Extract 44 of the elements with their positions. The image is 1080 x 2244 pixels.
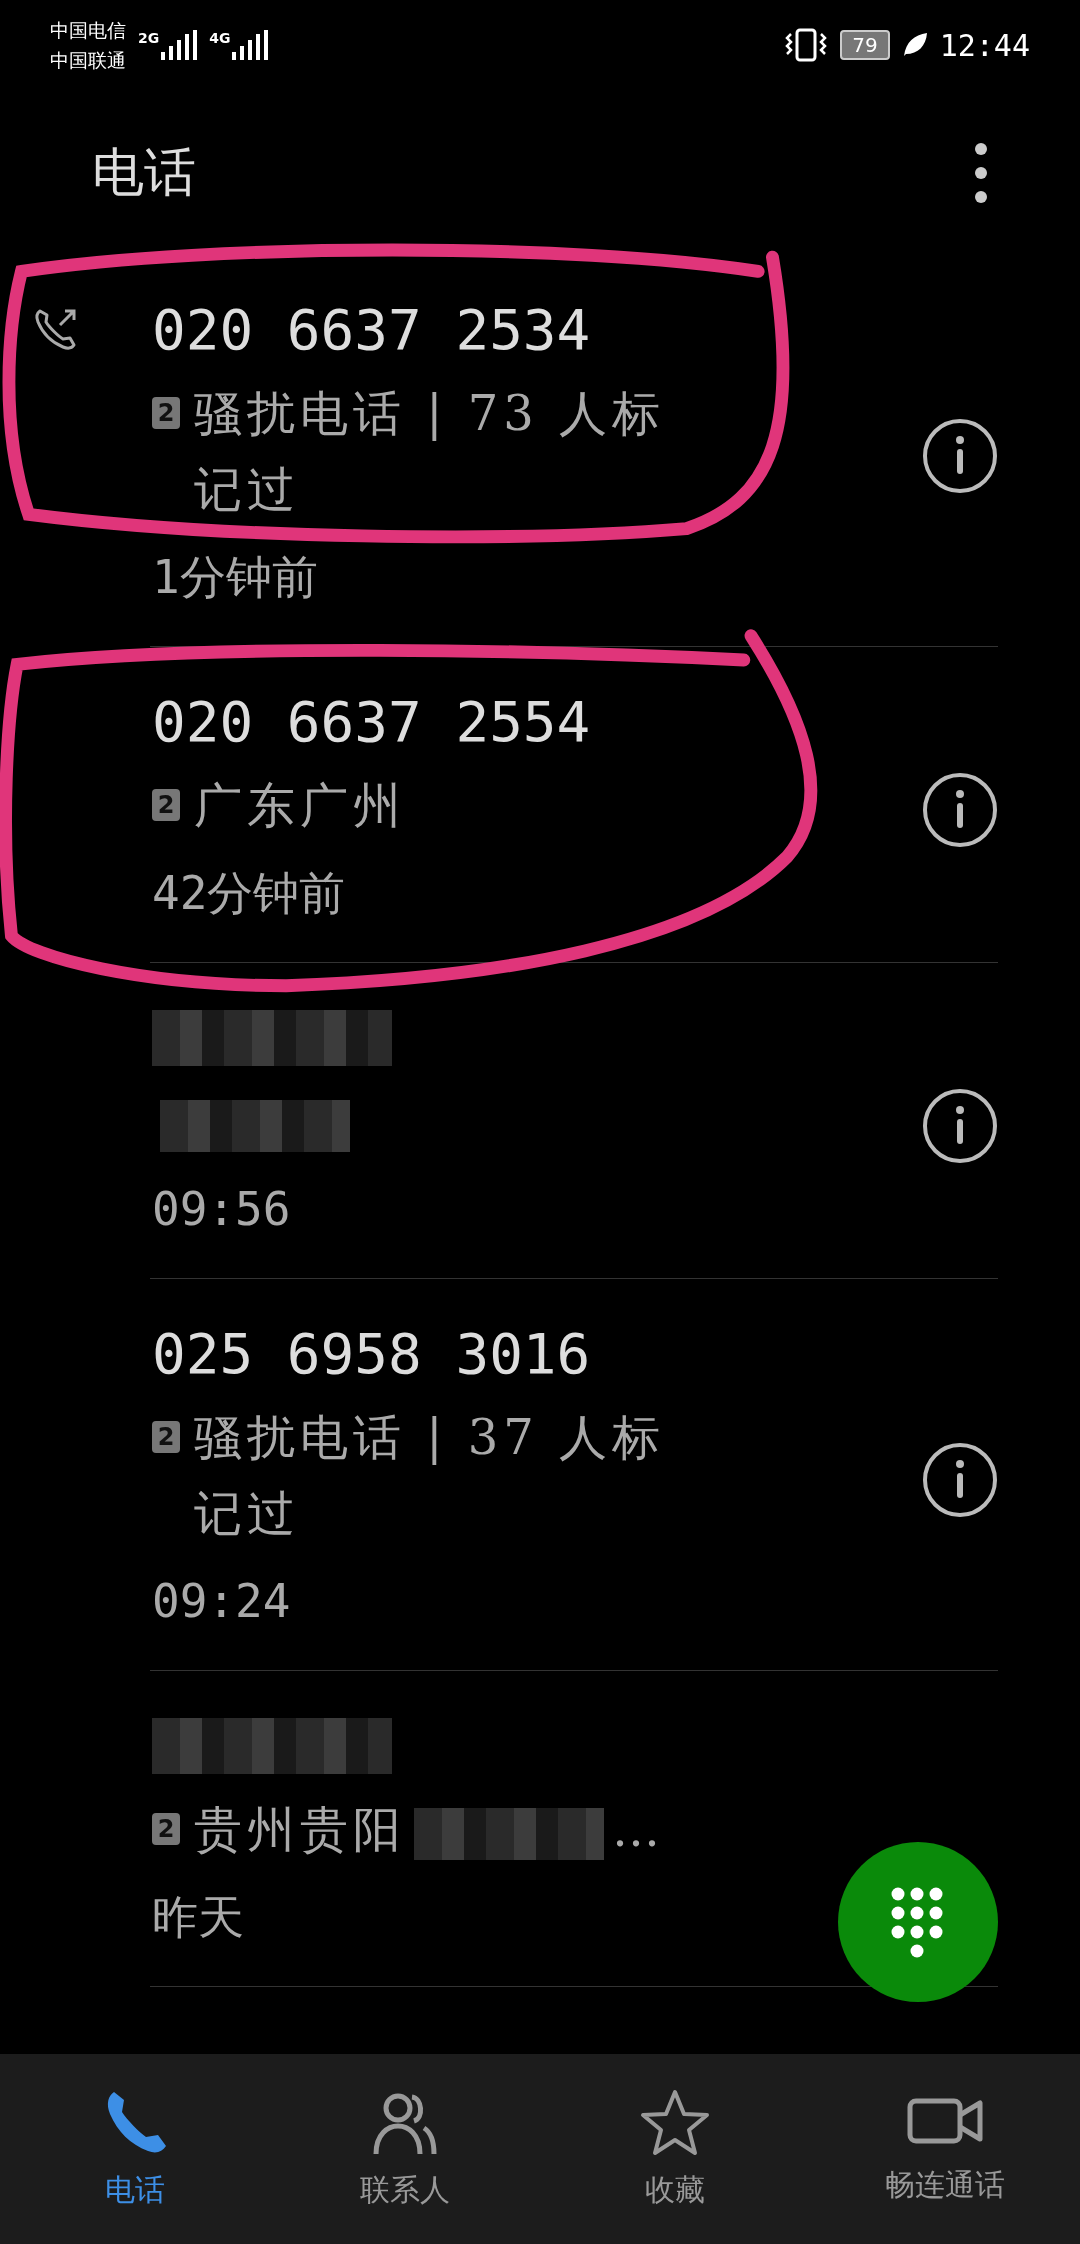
call-time: 09:24: [152, 1573, 292, 1630]
signal-icon: [232, 30, 269, 60]
info-icon[interactable]: [922, 1442, 998, 1518]
sim-badge: 2: [152, 789, 180, 821]
signal-icon: [161, 30, 198, 60]
call-time: 42分钟前: [152, 865, 347, 922]
vibrate-icon: [784, 28, 829, 62]
clock: 12:44: [939, 27, 1030, 63]
carrier-name: 中国联通: [50, 48, 126, 73]
sim-badge: 2: [152, 397, 180, 429]
carrier-name: 中国电信: [50, 18, 126, 43]
network-type: 4G: [209, 30, 231, 46]
sim-badge: 2: [152, 1421, 180, 1453]
info-icon[interactable]: [922, 1088, 998, 1164]
dialpad-button[interactable]: [836, 1840, 1000, 2004]
info-icon[interactable]: [922, 772, 998, 848]
nav-tab[interactable]: 畅连通话: [810, 2054, 1080, 2244]
call-time: 1分钟前: [152, 549, 319, 606]
call-log-item[interactable]: 020 6637 2534 2 骚扰电话 | 73 人标记过 1分钟前: [0, 255, 998, 647]
network-type: 2G: [138, 30, 160, 46]
call-detail: …: [612, 1801, 665, 1857]
call-detail: 骚扰电话 | 37 人标记过: [194, 1409, 666, 1541]
call-time: 昨天: [152, 1889, 245, 1946]
nav-tab[interactable]: 电话: [0, 2054, 270, 2244]
leaf-icon: [901, 32, 928, 58]
phone-number: 020 6637 2534: [152, 296, 592, 364]
phone-number: 020 6637 2554: [152, 688, 592, 756]
phone-number: 025 6958 3016: [152, 1320, 592, 1388]
nav-tab[interactable]: 联系人: [270, 2054, 540, 2244]
call-log-item[interactable]: 025 6958 3016 2 骚扰电话 | 37 人标记过 09:24: [0, 1279, 998, 1671]
call-log-item[interactable]: 2 贵州贵阳 … 昨天: [0, 1671, 998, 1987]
call-detail: 骚扰电话 | 73 人标记过: [194, 385, 666, 517]
more-options-icon[interactable]: [974, 141, 988, 204]
call-log-item[interactable]: 020 6637 2554 2 广东广州 42分钟前: [0, 647, 998, 963]
call-time: 09:56: [152, 1181, 292, 1238]
page-title: 电话: [92, 140, 196, 204]
battery-indicator: 79: [840, 30, 890, 60]
call-detail: 贵州贵阳: [194, 1801, 406, 1857]
sim-badge: 2: [152, 1813, 180, 1845]
call-detail: 广东广州: [194, 777, 406, 833]
call-log-item[interactable]: 09:56: [0, 963, 998, 1279]
star-icon: [640, 2087, 710, 2158]
info-icon[interactable]: [922, 418, 998, 494]
nav-tab[interactable]: 收藏: [540, 2054, 810, 2244]
